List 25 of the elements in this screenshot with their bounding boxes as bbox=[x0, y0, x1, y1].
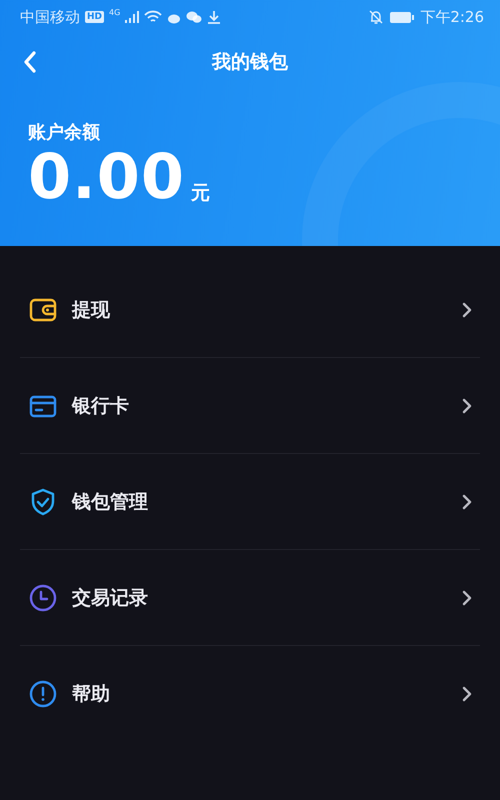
currency-unit: 元 bbox=[190, 181, 210, 206]
wifi-icon bbox=[144, 10, 162, 24]
menu-item[interactable]: 银行卡 bbox=[20, 358, 480, 454]
chevron-icon bbox=[462, 494, 472, 510]
menu-item[interactable]: 钱包管理 bbox=[20, 454, 480, 550]
download-icon bbox=[207, 10, 222, 24]
chevron-icon bbox=[462, 302, 472, 318]
chat-icon bbox=[186, 10, 202, 24]
page-title: 我的钱包 bbox=[212, 50, 288, 75]
chevron-icon bbox=[462, 398, 472, 414]
back-icon bbox=[22, 50, 38, 74]
chevron-icon bbox=[462, 686, 472, 702]
balance-amount: 0.00 bbox=[28, 146, 185, 208]
status-time: 下午2:26 bbox=[420, 8, 484, 26]
signal-icon bbox=[125, 10, 140, 24]
menu-item[interactable]: 交易记录 bbox=[20, 550, 480, 646]
battery-icon bbox=[389, 10, 416, 24]
bell-off-icon bbox=[368, 9, 384, 25]
balance-label: 账户余额 bbox=[28, 121, 101, 144]
menu-item[interactable]: 提现 bbox=[20, 262, 480, 358]
network-type: 4G bbox=[109, 8, 120, 17]
carrier-name: 中国移动 bbox=[20, 8, 80, 26]
chevron-icon bbox=[462, 590, 472, 606]
hd-badge: HD bbox=[85, 11, 104, 23]
menu-item[interactable]: 帮助 bbox=[20, 646, 480, 741]
